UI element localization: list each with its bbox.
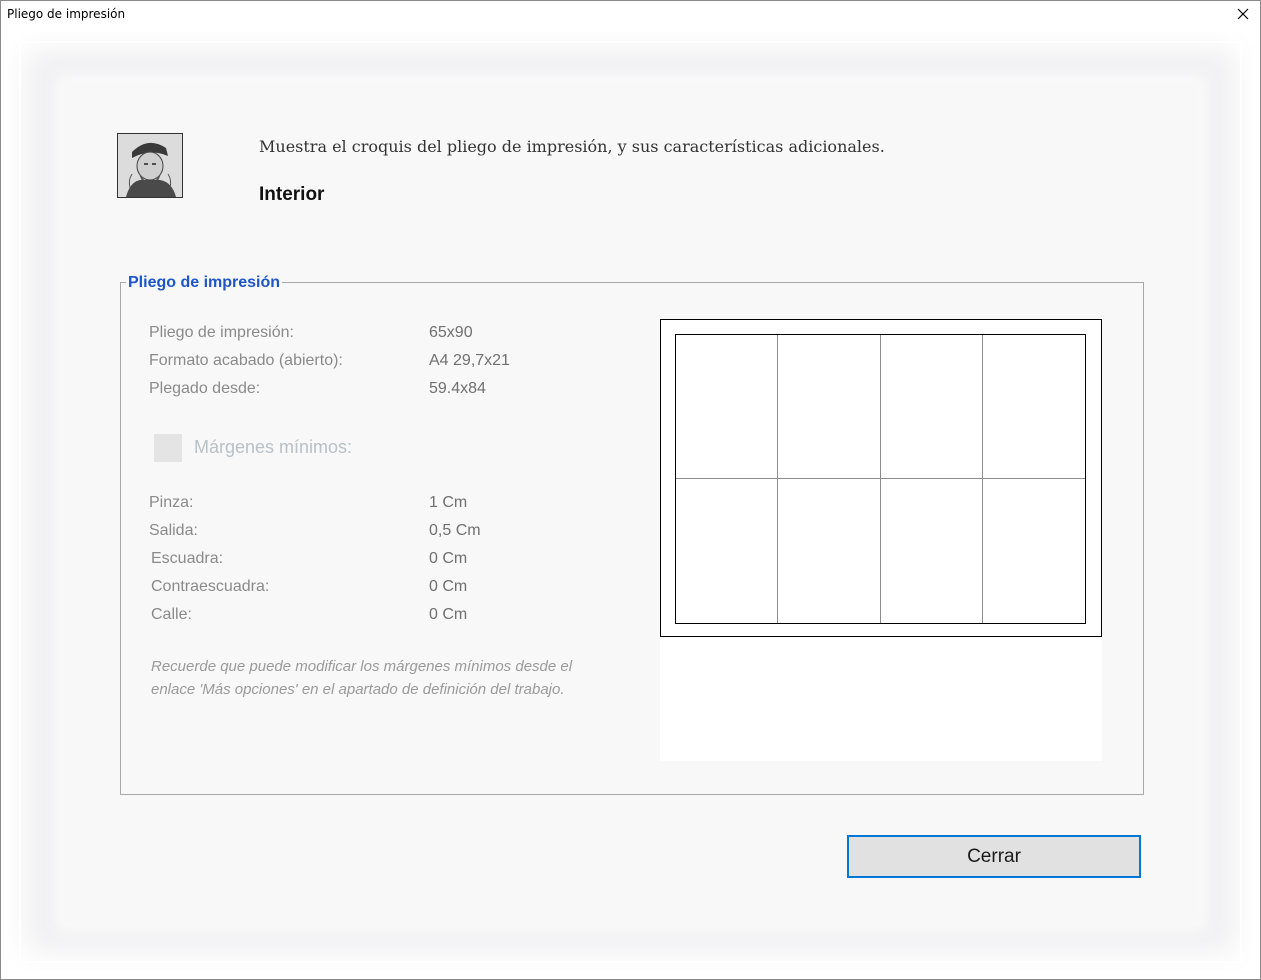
page-cell	[676, 479, 779, 623]
side-guide-value: 0 Cm	[429, 550, 468, 567]
minimum-margins-checkbox[interactable]	[154, 434, 182, 462]
sheet-outline	[660, 319, 1102, 637]
counter-guide-label: Contraescuadra:	[151, 578, 270, 595]
margins-note: Recuerde que puede modificar los márgene…	[151, 658, 573, 698]
page-cell	[983, 479, 1085, 623]
page-cell	[676, 335, 779, 479]
title-bar: Pliego de impresión	[1, 1, 1260, 27]
sheet-size-value: 65x90	[429, 324, 473, 341]
window-close-button[interactable]	[1226, 1, 1260, 27]
bleed-label: Salida:	[149, 522, 198, 539]
close-icon	[1237, 8, 1249, 20]
bleed-value: 0,5 Cm	[429, 522, 481, 539]
gutter-value: 0 Cm	[429, 606, 468, 623]
page-cell	[778, 335, 881, 479]
minimum-margins-label: Márgenes mínimos:	[194, 437, 353, 457]
page-cell	[982, 335, 1085, 479]
folded-from-value: 59.4x84	[429, 380, 486, 397]
sheet-size-label: Pliego de impresión:	[149, 324, 294, 341]
engraved-portrait-image	[117, 133, 183, 198]
finished-format-value: A4 29,7x21	[429, 352, 510, 369]
gripper-value: 1 Cm	[429, 494, 468, 511]
groupbox-legend: Pliego de impresión	[126, 274, 283, 292]
sheet-sketch-area	[660, 319, 1102, 761]
page-cell	[881, 479, 983, 623]
page-cell	[880, 335, 983, 479]
window-title: Pliego de impresión	[7, 7, 126, 21]
imposition-grid	[675, 334, 1086, 624]
section-subtitle: Interior	[259, 184, 325, 205]
counter-guide-value: 0 Cm	[429, 578, 468, 595]
page-cell	[778, 479, 881, 623]
gutter-label: Calle:	[151, 606, 192, 623]
gripper-label: Pinza:	[149, 494, 194, 511]
dialog-description: Muestra el croquis del pliego de impresi…	[259, 137, 885, 156]
side-guide-label: Escuadra:	[151, 550, 224, 567]
close-dialog-button[interactable]: Cerrar	[847, 835, 1141, 878]
finished-format-label: Formato acabado (abierto):	[149, 352, 343, 369]
folded-from-label: Plegado desde:	[149, 380, 261, 397]
